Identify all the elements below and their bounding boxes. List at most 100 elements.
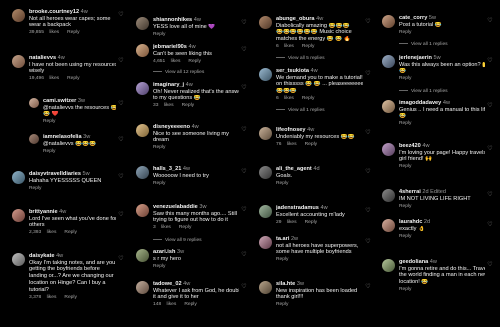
reply-button[interactable]: Reply: [276, 302, 289, 307]
avatar[interactable]: [259, 236, 272, 249]
avatar[interactable]: [136, 44, 149, 57]
view-replies-button[interactable]: View all 1 replies: [399, 42, 448, 47]
comment-username[interactable]: brittyannie: [29, 209, 58, 215]
like-count[interactable]: 39,855: [29, 30, 44, 35]
view-replies-button[interactable]: View all 5 replies: [276, 56, 325, 61]
reply-button[interactable]: Reply: [153, 181, 166, 186]
heart-icon[interactable]: ♡: [118, 174, 124, 180]
avatar[interactable]: [382, 15, 395, 28]
reply-button[interactable]: Reply: [182, 103, 195, 108]
avatar[interactable]: [136, 249, 149, 262]
avatar[interactable]: [136, 124, 149, 137]
reply-button[interactable]: Reply: [43, 119, 56, 124]
comment-username[interactable]: imagoddadavey: [399, 100, 441, 106]
heart-icon[interactable]: ♡: [487, 103, 493, 109]
comment-username[interactable]: brooke.courtney12: [29, 9, 79, 15]
reply-button[interactable]: Reply: [276, 181, 289, 186]
heart-icon[interactable]: ♡: [365, 169, 371, 175]
comment-username[interactable]: shiannonhikes: [153, 17, 192, 23]
heart-icon[interactable]: ♡: [365, 19, 371, 25]
reply-button[interactable]: Reply: [305, 142, 318, 147]
comment-username[interactable]: cate_corry: [399, 15, 427, 21]
comment-username[interactable]: jebmariel90s: [153, 44, 187, 50]
avatar[interactable]: [12, 209, 25, 222]
avatar[interactable]: [382, 55, 395, 68]
heart-icon[interactable]: ♡: [241, 47, 247, 53]
like-count[interactable]: 3,378: [29, 295, 41, 300]
avatar[interactable]: [259, 68, 272, 81]
reply-button[interactable]: Reply: [302, 44, 315, 49]
like-count[interactable]: 33: [153, 103, 158, 108]
avatar[interactable]: [382, 189, 395, 202]
heart-icon[interactable]: ♡: [241, 20, 247, 26]
heart-icon[interactable]: ♡: [487, 262, 493, 268]
like-count[interactable]: 3: [153, 225, 156, 230]
comment-username[interactable]: imaginary_j: [153, 82, 184, 88]
comment-username[interactable]: halls_3_21: [153, 166, 181, 172]
avatar[interactable]: [12, 171, 25, 184]
like-count[interactable]: 6: [276, 96, 279, 101]
avatar[interactable]: [136, 17, 149, 30]
comment-username[interactable]: jerlenejaerin: [399, 55, 432, 61]
like-count[interactable]: 2,393: [29, 230, 41, 235]
reply-button[interactable]: Reply: [67, 76, 80, 81]
comment-username[interactable]: ser_tsukiota: [276, 68, 309, 74]
comment-username[interactable]: lifeofnosey: [276, 127, 306, 133]
reply-button[interactable]: Reply: [29, 186, 42, 191]
heart-icon[interactable]: ♡: [241, 85, 247, 91]
reply-button[interactable]: Reply: [399, 164, 412, 169]
reply-button[interactable]: Reply: [153, 32, 166, 37]
heart-icon[interactable]: ♡: [365, 130, 371, 136]
view-replies-button[interactable]: View all 9 replies: [153, 238, 202, 243]
comment-username[interactable]: disneyeeeeno: [153, 124, 190, 130]
view-replies-button[interactable]: View all 12 replies: [153, 70, 204, 75]
reply-button[interactable]: Reply: [305, 220, 318, 225]
comment-username[interactable]: ali_the_agent: [276, 166, 312, 172]
like-count[interactable]: 76: [276, 142, 281, 147]
heart-icon[interactable]: ♡: [118, 212, 124, 218]
reply-button[interactable]: Reply: [64, 230, 77, 235]
heart-icon[interactable]: ♡: [487, 58, 493, 64]
heart-icon[interactable]: ♡: [487, 222, 493, 228]
view-replies-button[interactable]: View all 1 replies: [276, 108, 325, 113]
reply-button[interactable]: Reply: [276, 257, 289, 262]
avatar[interactable]: [29, 98, 39, 108]
heart-icon[interactable]: ♡: [365, 208, 371, 214]
heart-icon[interactable]: ♡: [241, 252, 247, 258]
comment-username[interactable]: venezuelabaddie: [153, 204, 198, 210]
avatar[interactable]: [136, 204, 149, 217]
reply-button[interactable]: Reply: [302, 96, 315, 101]
reply-button[interactable]: Reply: [153, 145, 166, 150]
comment-username[interactable]: jadenstradamus: [276, 205, 319, 211]
heart-icon[interactable]: ♡: [118, 256, 124, 262]
comment-username[interactable]: sila.hte: [276, 281, 295, 287]
reply-button[interactable]: Reply: [67, 30, 80, 35]
heart-icon[interactable]: ♡: [487, 192, 493, 198]
comment-username[interactable]: daisyvtravelldiaries: [29, 171, 81, 177]
like-count[interactable]: 6: [276, 44, 279, 49]
reply-button[interactable]: Reply: [184, 302, 197, 307]
avatar[interactable]: [259, 16, 272, 29]
comment-username[interactable]: geedoliana: [399, 259, 428, 265]
reply-button[interactable]: Reply: [399, 30, 412, 35]
heart-icon[interactable]: ♡: [487, 18, 493, 24]
avatar[interactable]: [136, 82, 149, 95]
like-count[interactable]: 29: [276, 220, 281, 225]
reply-button[interactable]: Reply: [153, 264, 166, 269]
heart-icon[interactable]: ♡: [365, 71, 371, 77]
heart-icon[interactable]: ♡: [241, 169, 247, 175]
avatar[interactable]: [12, 253, 25, 266]
comment-username[interactable]: iamnelasofelia: [43, 134, 82, 140]
heart-icon[interactable]: ♡: [241, 127, 247, 133]
like-count[interactable]: 19,496: [29, 76, 44, 81]
comment-username[interactable]: natalievvs: [29, 55, 56, 61]
avatar[interactable]: [136, 281, 149, 294]
avatar[interactable]: [29, 134, 39, 144]
avatar[interactable]: [382, 143, 395, 156]
avatar[interactable]: [259, 166, 272, 179]
avatar[interactable]: [259, 281, 272, 294]
comment-username[interactable]: tadowe_02: [153, 281, 182, 287]
heart-icon[interactable]: ♡: [487, 146, 493, 152]
comment-username[interactable]: beez420: [399, 143, 421, 149]
reply-button[interactable]: Reply: [64, 295, 77, 300]
